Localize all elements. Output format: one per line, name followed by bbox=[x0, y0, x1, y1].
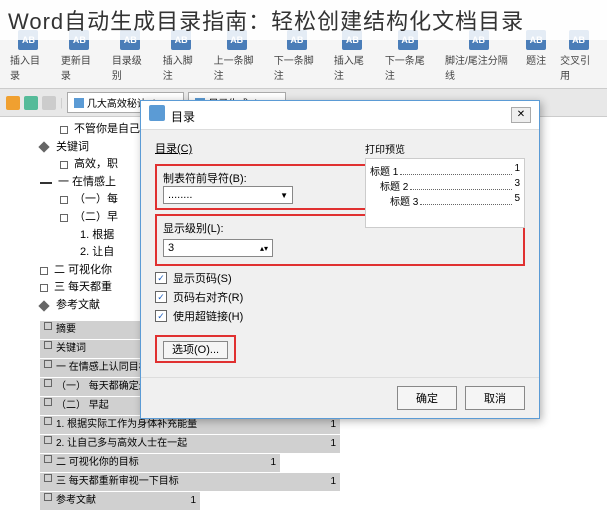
checkbox-rightalign[interactable]: ✓ 页码右对齐(R) bbox=[155, 289, 525, 305]
bullet-icon bbox=[60, 196, 68, 204]
doc-text: 高效，职 bbox=[74, 156, 118, 174]
bullet-icon bbox=[60, 161, 68, 169]
ribbon-label: 脚注/尾注分隔线 bbox=[445, 52, 512, 82]
doc-text: （一）每 bbox=[74, 191, 118, 209]
ribbon-label: 更新目录 bbox=[61, 52, 98, 82]
toc-row: 2. 让自己多与高效人士在一起1 bbox=[40, 435, 340, 453]
dash-icon bbox=[40, 182, 52, 184]
bullet-icon bbox=[40, 284, 48, 292]
check-icon: ✓ bbox=[155, 272, 167, 284]
ribbon-label: 下一条脚注 bbox=[274, 52, 320, 82]
print-icon[interactable] bbox=[42, 96, 56, 110]
ribbon-label: 交叉引用 bbox=[560, 52, 597, 82]
ribbon-label: 插入脚注 bbox=[163, 52, 200, 82]
ribbon-label: 目录级别 bbox=[112, 52, 149, 82]
toc-text: 摘要 bbox=[56, 322, 76, 338]
ribbon-label: 插入目录 bbox=[10, 52, 47, 82]
checkbox-hyperlink[interactable]: ✓ 使用超链接(H) bbox=[155, 308, 525, 324]
ok-button[interactable]: 确定 bbox=[397, 386, 457, 410]
bullet-icon bbox=[44, 379, 52, 387]
doc-text: 1. 根据 bbox=[80, 227, 114, 245]
doc-text: 关键词 bbox=[56, 139, 89, 157]
ribbon-label: 题注 bbox=[526, 52, 546, 67]
bullet-icon bbox=[60, 126, 68, 134]
page-title-overlay: Word自动生成目录指南：轻松创建结构化文档目录 bbox=[0, 0, 607, 40]
dialog-icon bbox=[149, 105, 165, 121]
level-spinner[interactable]: 3 ▴▾ bbox=[163, 239, 273, 257]
checkbox-label: 使用超链接(H) bbox=[173, 308, 243, 324]
toc-row: 参考文献1 bbox=[40, 492, 200, 510]
toc-text: 参考文献 bbox=[56, 493, 96, 509]
toc-text: 二 可视化你的目标 bbox=[56, 455, 139, 471]
doc-text: 三 每天都重 bbox=[54, 279, 112, 297]
level-value: 3 bbox=[168, 242, 174, 254]
preview-line: 标题 11 bbox=[370, 163, 520, 178]
checkbox-pagenum[interactable]: ✓ 显示页码(S) bbox=[155, 270, 525, 286]
ribbon-label: 上一条脚注 bbox=[214, 52, 260, 82]
diamond-icon bbox=[38, 300, 49, 311]
doc-text: 二 可视化你 bbox=[54, 262, 112, 280]
toc-row: 二 可视化你的目标1 bbox=[40, 454, 280, 472]
bullet-icon bbox=[40, 267, 48, 275]
checkbox-label: 页码右对齐(R) bbox=[173, 289, 243, 305]
cancel-button[interactable]: 取消 bbox=[465, 386, 525, 410]
bullet-icon bbox=[44, 341, 52, 349]
doc-text: 2. 让自 bbox=[80, 244, 114, 262]
leader-value: ........ bbox=[168, 189, 192, 201]
diamond-icon bbox=[38, 142, 49, 153]
leader-select[interactable]: ........ ▼ bbox=[163, 186, 293, 204]
bullet-icon bbox=[44, 493, 52, 501]
options-button[interactable]: 选项(O)... bbox=[163, 341, 228, 359]
bullet-icon bbox=[44, 417, 52, 425]
bullet-icon bbox=[44, 436, 52, 444]
save-icon[interactable] bbox=[24, 96, 38, 110]
bullet-icon bbox=[44, 474, 52, 482]
preview-line: 标题 23 bbox=[370, 178, 520, 193]
doc-text: 参考文献 bbox=[56, 297, 100, 315]
toc-text: （二） 早起 bbox=[56, 398, 109, 414]
preview-label: 打印预览 bbox=[365, 141, 525, 156]
bullet-icon bbox=[44, 455, 52, 463]
doc-text: （二）早 bbox=[74, 209, 118, 227]
ribbon-label: 插入尾注 bbox=[334, 52, 371, 82]
doc-icon bbox=[74, 98, 84, 108]
chevron-down-icon: ▼ bbox=[280, 191, 288, 200]
ribbon-label: 下一条尾注 bbox=[385, 52, 431, 82]
bullet-icon bbox=[60, 214, 68, 222]
toc-dialog: 目录 ✕ 目录(C) 打印预览 标题 11标题 23标题 35 制表符前导符(B… bbox=[140, 100, 540, 419]
toc-text: 一 在情感上认同目标 bbox=[56, 360, 149, 376]
toc-row: 三 每天都重新审视一下目标1 bbox=[40, 473, 340, 491]
dialog-title-text: 目录 bbox=[171, 110, 195, 124]
check-icon: ✓ bbox=[155, 291, 167, 303]
spinner-icon: ▴▾ bbox=[260, 244, 268, 253]
toc-text: 2. 让自己多与高效人士在一起 bbox=[56, 436, 187, 452]
print-preview-panel: 打印预览 标题 11标题 23标题 35 bbox=[365, 141, 525, 228]
folder-icon[interactable] bbox=[6, 96, 20, 110]
bullet-icon bbox=[44, 322, 52, 330]
preview-line: 标题 35 bbox=[370, 193, 520, 208]
close-button[interactable]: ✕ bbox=[511, 107, 531, 123]
toc-text: 关键词 bbox=[56, 341, 86, 357]
bullet-icon bbox=[44, 360, 52, 368]
check-icon: ✓ bbox=[155, 310, 167, 322]
checkbox-label: 显示页码(S) bbox=[173, 270, 232, 286]
doc-text: 一 在情感上 bbox=[58, 174, 116, 192]
bullet-icon bbox=[44, 398, 52, 406]
toc-text: 三 每天都重新审视一下目标 bbox=[56, 474, 179, 490]
dialog-titlebar: 目录 ✕ bbox=[141, 101, 539, 130]
